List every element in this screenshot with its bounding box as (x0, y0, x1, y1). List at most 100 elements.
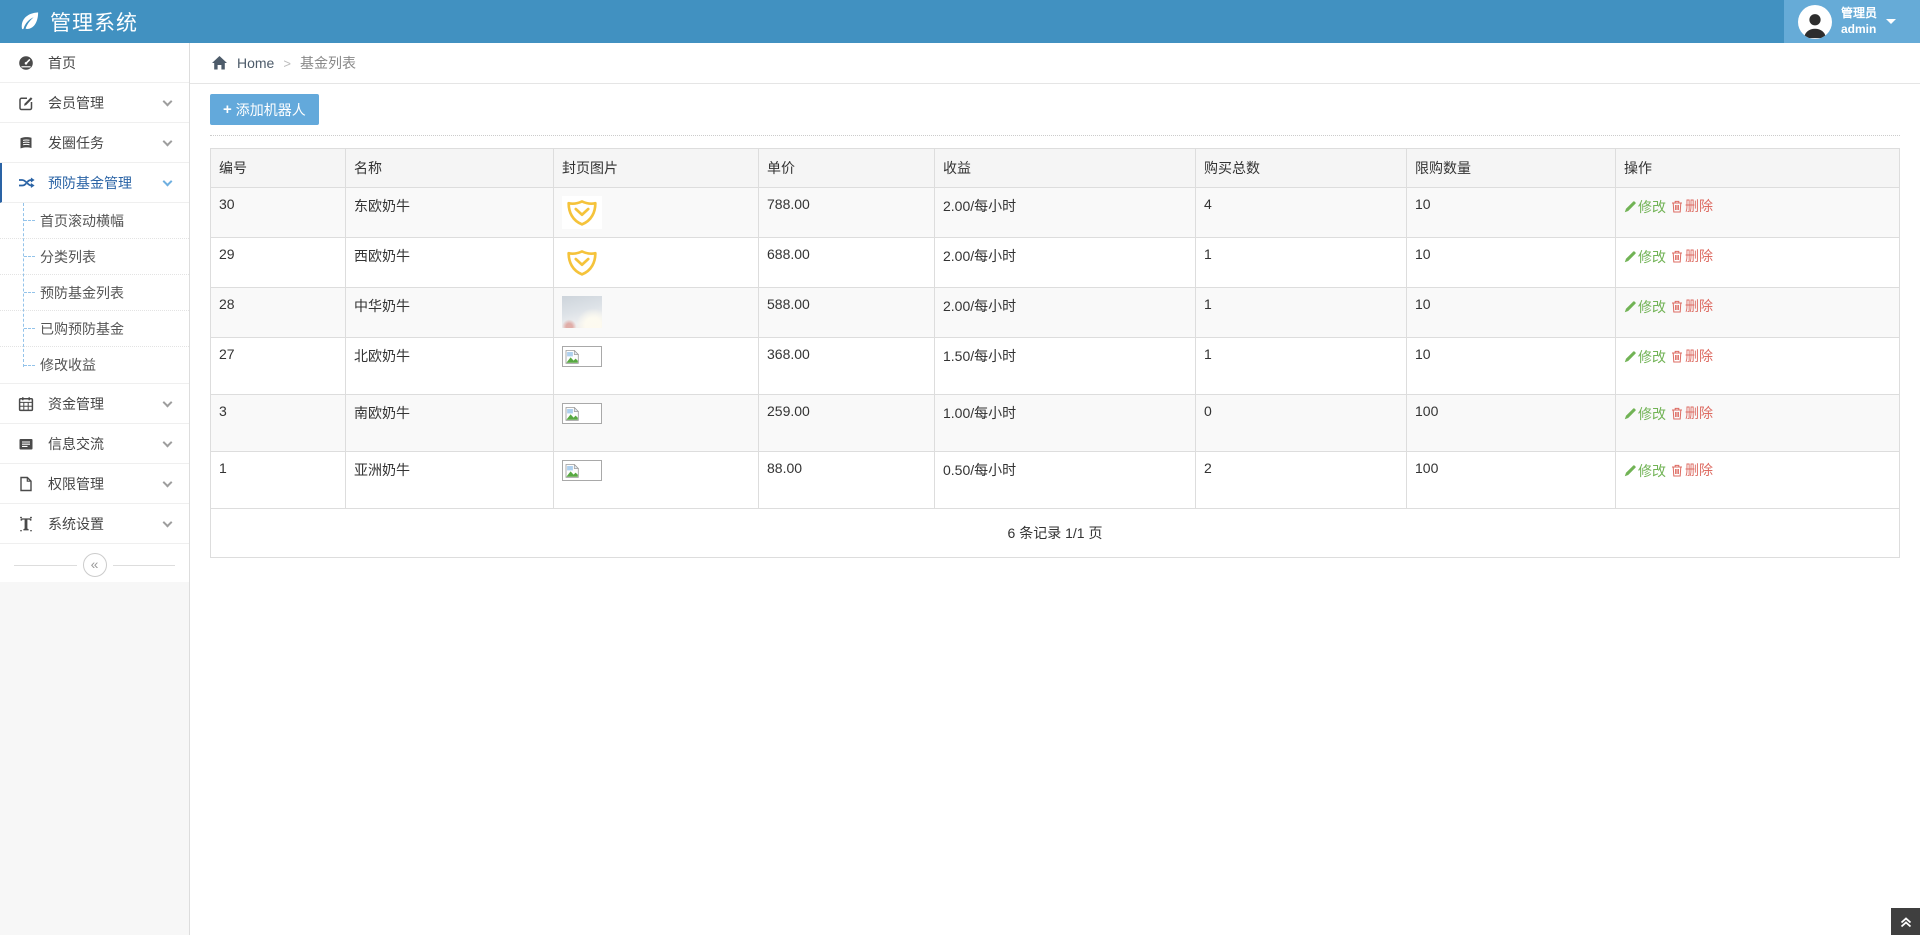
cell-profit: 2.00/每小时 (935, 288, 1196, 338)
cell-price: 368.00 (759, 338, 935, 395)
delete-link[interactable]: 删除 (1671, 246, 1713, 266)
cell-limit: 10 (1407, 238, 1616, 288)
edit-link[interactable]: 修改 (1624, 461, 1666, 481)
cell-profit: 1.50/每小时 (935, 338, 1196, 395)
sidebar-item-label: 系统设置 (48, 514, 164, 534)
sidebar-subitem-category[interactable]: 分类列表 (0, 239, 189, 275)
sidebar-item-label: 信息交流 (48, 434, 164, 454)
sidebar-item-funds[interactable]: 资金管理 (0, 384, 189, 424)
delete-link[interactable]: 删除 (1671, 403, 1713, 423)
double-chevron-up-icon (1899, 915, 1913, 929)
cell-bought: 1 (1196, 238, 1407, 288)
dashboard-icon (18, 55, 36, 71)
cover-image-broken (562, 460, 602, 481)
chevron-down-icon (163, 96, 173, 106)
delete-link[interactable]: 删除 (1671, 296, 1713, 316)
sidebar-background (0, 582, 189, 935)
divider (113, 565, 176, 566)
fund-table-body: 30东欧奶牛788.002.00/每小时410修改删除29西欧奶牛688.002… (211, 188, 1900, 509)
table-row: 1亚洲奶牛88.000.50/每小时2100修改删除 (211, 452, 1900, 509)
cell-actions: 修改删除 (1616, 338, 1900, 395)
column-header: 编号 (211, 149, 346, 188)
sidebar-item-tasks[interactable]: 发圈任务 (0, 123, 189, 163)
sidebar-subitem-banner[interactable]: 首页滚动横幅 (0, 203, 189, 239)
cell-id: 1 (211, 452, 346, 509)
cell-image (554, 395, 759, 452)
chevron-down-icon (163, 397, 173, 407)
sidebar-subitem-profit[interactable]: 修改收益 (0, 347, 189, 383)
cover-image-shield (562, 196, 602, 229)
shuffle-icon (18, 175, 36, 191)
sidebar-item-label: 会员管理 (48, 93, 164, 113)
sidebar-item-permissions[interactable]: 权限管理 (0, 464, 189, 504)
cell-actions: 修改删除 (1616, 452, 1900, 509)
list-icon (18, 436, 36, 452)
fund-submenu: 首页滚动横幅 分类列表 预防基金列表 已购预防基金 修改收益 (0, 203, 189, 384)
user-info: 管理员 admin (1841, 6, 1877, 37)
delete-link[interactable]: 删除 (1671, 346, 1713, 366)
avatar (1798, 5, 1832, 39)
cell-limit: 10 (1407, 188, 1616, 238)
edit-link[interactable]: 修改 (1624, 347, 1666, 367)
table-row: 29西欧奶牛688.002.00/每小时110修改删除 (211, 238, 1900, 288)
table-row: 28中华奶牛588.002.00/每小时110修改删除 (211, 288, 1900, 338)
edit-link[interactable]: 修改 (1624, 197, 1666, 217)
edit-link[interactable]: 修改 (1624, 247, 1666, 267)
table-row: 3南欧奶牛259.001.00/每小时0100修改删除 (211, 395, 1900, 452)
cell-name: 亚洲奶牛 (346, 452, 554, 509)
chevron-down-icon (163, 136, 173, 146)
chevron-down-icon (163, 437, 173, 447)
table-row: 30东欧奶牛788.002.00/每小时410修改删除 (211, 188, 1900, 238)
top-header: 管理系统 管理员 admin (0, 0, 1920, 43)
add-robot-button[interactable]: + 添加机器人 (210, 94, 319, 125)
sidebar-item-home[interactable]: 首页 (0, 43, 189, 83)
leaf-logo-icon (18, 10, 41, 33)
plus-icon: + (223, 101, 232, 118)
sidebar: 首页 会员管理 发圈任务 预防基金管理 首页滚动横幅 分类列表 (0, 43, 190, 935)
cell-limit: 10 (1407, 338, 1616, 395)
user-name: admin (1841, 22, 1877, 38)
sidebar-collapse[interactable]: « (0, 548, 189, 582)
cell-price: 88.00 (759, 452, 935, 509)
sidebar-item-label: 权限管理 (48, 474, 164, 494)
edit-link[interactable]: 修改 (1624, 404, 1666, 424)
sidebar-subitem-purchased[interactable]: 已购预防基金 (0, 311, 189, 347)
cover-image-broken (562, 403, 602, 424)
add-robot-label: 添加机器人 (236, 100, 306, 120)
sidebar-item-fund-mgmt[interactable]: 预防基金管理 (0, 163, 189, 203)
cell-id: 29 (211, 238, 346, 288)
edit-icon (18, 95, 36, 111)
cover-image-photo (562, 296, 602, 328)
column-header: 收益 (935, 149, 1196, 188)
breadcrumb-home[interactable]: Home (237, 55, 274, 71)
text-icon (18, 516, 36, 532)
sidebar-subitem-fund-list[interactable]: 预防基金列表 (0, 275, 189, 311)
cell-id: 28 (211, 288, 346, 338)
column-header: 名称 (346, 149, 554, 188)
sidebar-item-members[interactable]: 会员管理 (0, 83, 189, 123)
cell-id: 3 (211, 395, 346, 452)
table-header-row: 编号名称封页图片单价收益购买总数限购数量操作 (211, 149, 1900, 188)
cell-profit: 0.50/每小时 (935, 452, 1196, 509)
sidebar-item-label: 资金管理 (48, 394, 164, 414)
cell-bought: 1 (1196, 288, 1407, 338)
breadcrumb-current: 基金列表 (300, 53, 356, 73)
cell-limit: 100 (1407, 395, 1616, 452)
cell-profit: 2.00/每小时 (935, 238, 1196, 288)
sidebar-item-settings[interactable]: 系统设置 (0, 504, 189, 544)
delete-link[interactable]: 删除 (1671, 460, 1713, 480)
sidebar-subitem-label: 首页滚动横幅 (40, 211, 124, 231)
sidebar-subitem-label: 已购预防基金 (40, 319, 124, 339)
divider (210, 135, 1900, 136)
delete-link[interactable]: 删除 (1671, 196, 1713, 216)
sidebar-item-messages[interactable]: 信息交流 (0, 424, 189, 464)
edit-link[interactable]: 修改 (1624, 297, 1666, 317)
table-row: 27北欧奶牛368.001.50/每小时110修改删除 (211, 338, 1900, 395)
cell-actions: 修改删除 (1616, 288, 1900, 338)
file-icon (18, 476, 36, 492)
user-menu[interactable]: 管理员 admin (1784, 0, 1920, 43)
chevron-down-icon (163, 176, 173, 186)
cell-profit: 1.00/每小时 (935, 395, 1196, 452)
cell-name: 东欧奶牛 (346, 188, 554, 238)
back-to-top-button[interactable] (1891, 908, 1920, 935)
